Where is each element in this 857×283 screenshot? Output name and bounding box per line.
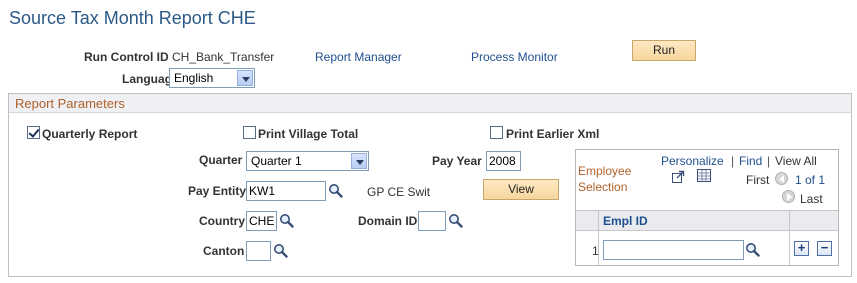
personalize-link[interactable]: Personalize: [661, 154, 724, 168]
country-input[interactable]: CHE: [246, 211, 277, 231]
add-row-button[interactable]: +: [794, 241, 809, 256]
view-button[interactable]: View: [483, 179, 559, 200]
print-village-total-label: Print Village Total: [258, 127, 359, 141]
find-link[interactable]: Find: [739, 154, 762, 168]
empl-id-input[interactable]: [603, 240, 744, 260]
canton-lookup-icon[interactable]: [273, 243, 288, 258]
pay-entity-label: Pay Entity: [188, 184, 247, 198]
run-control-value: CH_Bank_Transfer: [172, 50, 275, 64]
quarter-label: Quarter: [199, 153, 243, 167]
spreadsheet-icon[interactable]: [697, 169, 711, 182]
chevron-down-icon: [237, 70, 253, 86]
print-village-total-checkbox[interactable]: [243, 126, 256, 139]
process-monitor-link[interactable]: Process Monitor: [471, 50, 558, 64]
quarter-value: Quarter 1: [251, 154, 302, 168]
pay-entity-lookup-icon[interactable]: [328, 183, 343, 198]
row-range: 1 of 1: [795, 173, 826, 187]
previous-arrow-icon: [775, 172, 788, 185]
empl-id-column-header[interactable]: Empl ID: [603, 214, 648, 228]
language-select[interactable]: English: [169, 68, 255, 88]
country-lookup-icon[interactable]: [279, 213, 294, 228]
grid-divider: [789, 211, 790, 265]
quarterly-report-label: Quarterly Report: [42, 127, 138, 141]
chevron-down-icon: [351, 153, 367, 169]
next-arrow-icon: [782, 190, 795, 203]
first-label: First: [746, 173, 770, 187]
new-window-icon[interactable]: [672, 170, 685, 183]
pay-year-label: Pay Year: [432, 154, 482, 168]
empl-id-lookup-icon[interactable]: [745, 242, 760, 257]
canton-label: Canton: [203, 244, 245, 258]
remove-row-button[interactable]: −: [817, 241, 832, 256]
run-button[interactable]: Run: [632, 40, 696, 61]
print-earlier-xml-label: Print Earlier Xml: [506, 127, 600, 141]
separator: |: [767, 154, 771, 168]
canton-input[interactable]: [246, 241, 271, 261]
view-all-link[interactable]: View All: [775, 154, 817, 168]
run-control-label: Run Control ID: [84, 50, 169, 64]
quarter-select[interactable]: Quarter 1: [246, 151, 369, 171]
report-parameters-title: Report Parameters: [15, 96, 125, 111]
report-parameters-header: [9, 94, 851, 113]
pay-year-input[interactable]: 2008: [486, 151, 521, 171]
employee-selection-title: Employee Selection: [578, 164, 632, 194]
separator: |: [731, 154, 735, 168]
domain-id-lookup-icon[interactable]: [448, 213, 463, 228]
language-value: English: [174, 71, 214, 85]
print-earlier-xml-checkbox[interactable]: [490, 126, 503, 139]
report-manager-link[interactable]: Report Manager: [315, 50, 402, 64]
last-label: Last: [800, 192, 823, 206]
pay-entity-input[interactable]: KW1: [246, 181, 326, 201]
page-title: Source Tax Month Report CHE: [9, 8, 256, 28]
row-number: 1: [592, 244, 599, 258]
quarterly-report-checkbox[interactable]: [27, 126, 40, 139]
domain-id-input[interactable]: [418, 211, 446, 231]
domain-id-label: Domain ID: [358, 214, 418, 228]
country-label: Country: [199, 214, 245, 228]
pay-entity-description: GP CE Swit: [367, 185, 431, 199]
